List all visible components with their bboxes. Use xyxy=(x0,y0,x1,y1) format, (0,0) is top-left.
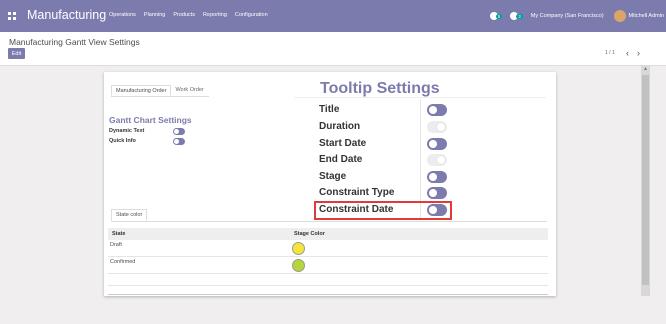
user-menu[interactable]: Mitchell Admin xyxy=(629,13,664,19)
menu-products[interactable]: Products xyxy=(173,12,195,18)
state-cell: Confirmed xyxy=(110,259,136,265)
tooltip-settings-title: Tooltip Settings xyxy=(320,80,440,97)
table-row-empty xyxy=(108,274,548,286)
tooltip-label-start-date: Start Date xyxy=(319,138,367,149)
dynamic-text-toggle[interactable] xyxy=(173,128,185,135)
tooltip-label-end-date: End Date xyxy=(319,154,363,165)
gantt-settings-title: Gantt Chart Settings xyxy=(109,115,192,125)
menu-reporting[interactable]: Reporting xyxy=(203,12,227,18)
app-name[interactable]: Manufacturing xyxy=(27,8,106,22)
tooltip-toggle-constraint-type[interactable] xyxy=(427,187,447,199)
top-navbar: Manufacturing Operations Planning Produc… xyxy=(0,0,666,32)
color-swatch[interactable] xyxy=(292,259,305,272)
menu-planning[interactable]: Planning xyxy=(144,12,165,18)
breadcrumb: Manufacturing Gantt View Settings xyxy=(9,37,140,47)
order-tabs: Manufacturing Order Work Order xyxy=(111,85,208,96)
menu-configuration[interactable]: Configuration xyxy=(235,12,268,18)
table-row[interactable]: Draft xyxy=(108,240,548,257)
activity-badge: 5 xyxy=(495,13,503,19)
quick-info-toggle[interactable] xyxy=(173,138,185,145)
tooltip-label-title: Title xyxy=(319,104,340,115)
tooltip-toggle-end-date[interactable] xyxy=(427,154,447,166)
column-header-state[interactable]: State xyxy=(112,231,125,237)
tooltip-label-stage: Stage xyxy=(319,171,347,182)
systray: 5 3 My Company (San Francisco) Mitchell … xyxy=(489,8,666,24)
highlight-box xyxy=(314,201,452,220)
scrollbar-thumb[interactable] xyxy=(642,75,649,285)
tooltip-label-duration: Duration xyxy=(319,121,361,132)
table-bottom-border xyxy=(108,294,548,295)
apps-menu-icon[interactable] xyxy=(8,12,16,20)
menu-operations[interactable]: Operations xyxy=(109,12,136,18)
state-cell: Draft xyxy=(110,242,122,248)
scroll-up-icon[interactable]: ▲ xyxy=(643,66,648,72)
edit-button[interactable]: Edit xyxy=(8,48,25,59)
main-menu: Operations Planning Products Reporting C… xyxy=(109,12,268,18)
messages-badge: 3 xyxy=(516,13,523,19)
column-header-stage-color[interactable]: Stage Color xyxy=(294,231,325,237)
quick-info-label: Quick Info xyxy=(109,138,136,144)
color-swatch[interactable] xyxy=(292,242,305,255)
pager-next-button[interactable]: › xyxy=(637,48,640,58)
pager-value[interactable]: 1 / 1 xyxy=(605,50,615,56)
avatar[interactable] xyxy=(613,10,626,22)
pager-previous-button[interactable]: ‹ xyxy=(626,48,629,58)
tooltip-label-constraint-type: Constraint Type xyxy=(319,187,395,198)
activity-button[interactable]: 5 xyxy=(489,12,503,20)
state-table-header: State Stage Color xyxy=(108,228,548,240)
dynamic-text-label: Dynamic Text xyxy=(109,128,145,134)
messages-button[interactable]: 3 xyxy=(510,12,523,20)
tab-work-order[interactable]: Work Order xyxy=(171,85,207,96)
tabs-divider xyxy=(111,96,209,97)
tab-state-color[interactable]: State color xyxy=(111,209,148,221)
tooltip-toggle-duration[interactable] xyxy=(427,121,447,133)
company-switcher[interactable]: My Company (San Francisco) xyxy=(531,13,604,19)
state-tab-divider xyxy=(111,221,547,222)
tooltip-toggle-start-date[interactable] xyxy=(427,138,447,150)
table-row[interactable]: Confirmed xyxy=(108,257,548,274)
tooltip-toggle-title[interactable] xyxy=(427,104,447,116)
tab-manufacturing-order[interactable]: Manufacturing Order xyxy=(111,85,172,96)
tooltip-toggle-stage[interactable] xyxy=(427,171,447,183)
tooltip-divider xyxy=(294,97,546,98)
